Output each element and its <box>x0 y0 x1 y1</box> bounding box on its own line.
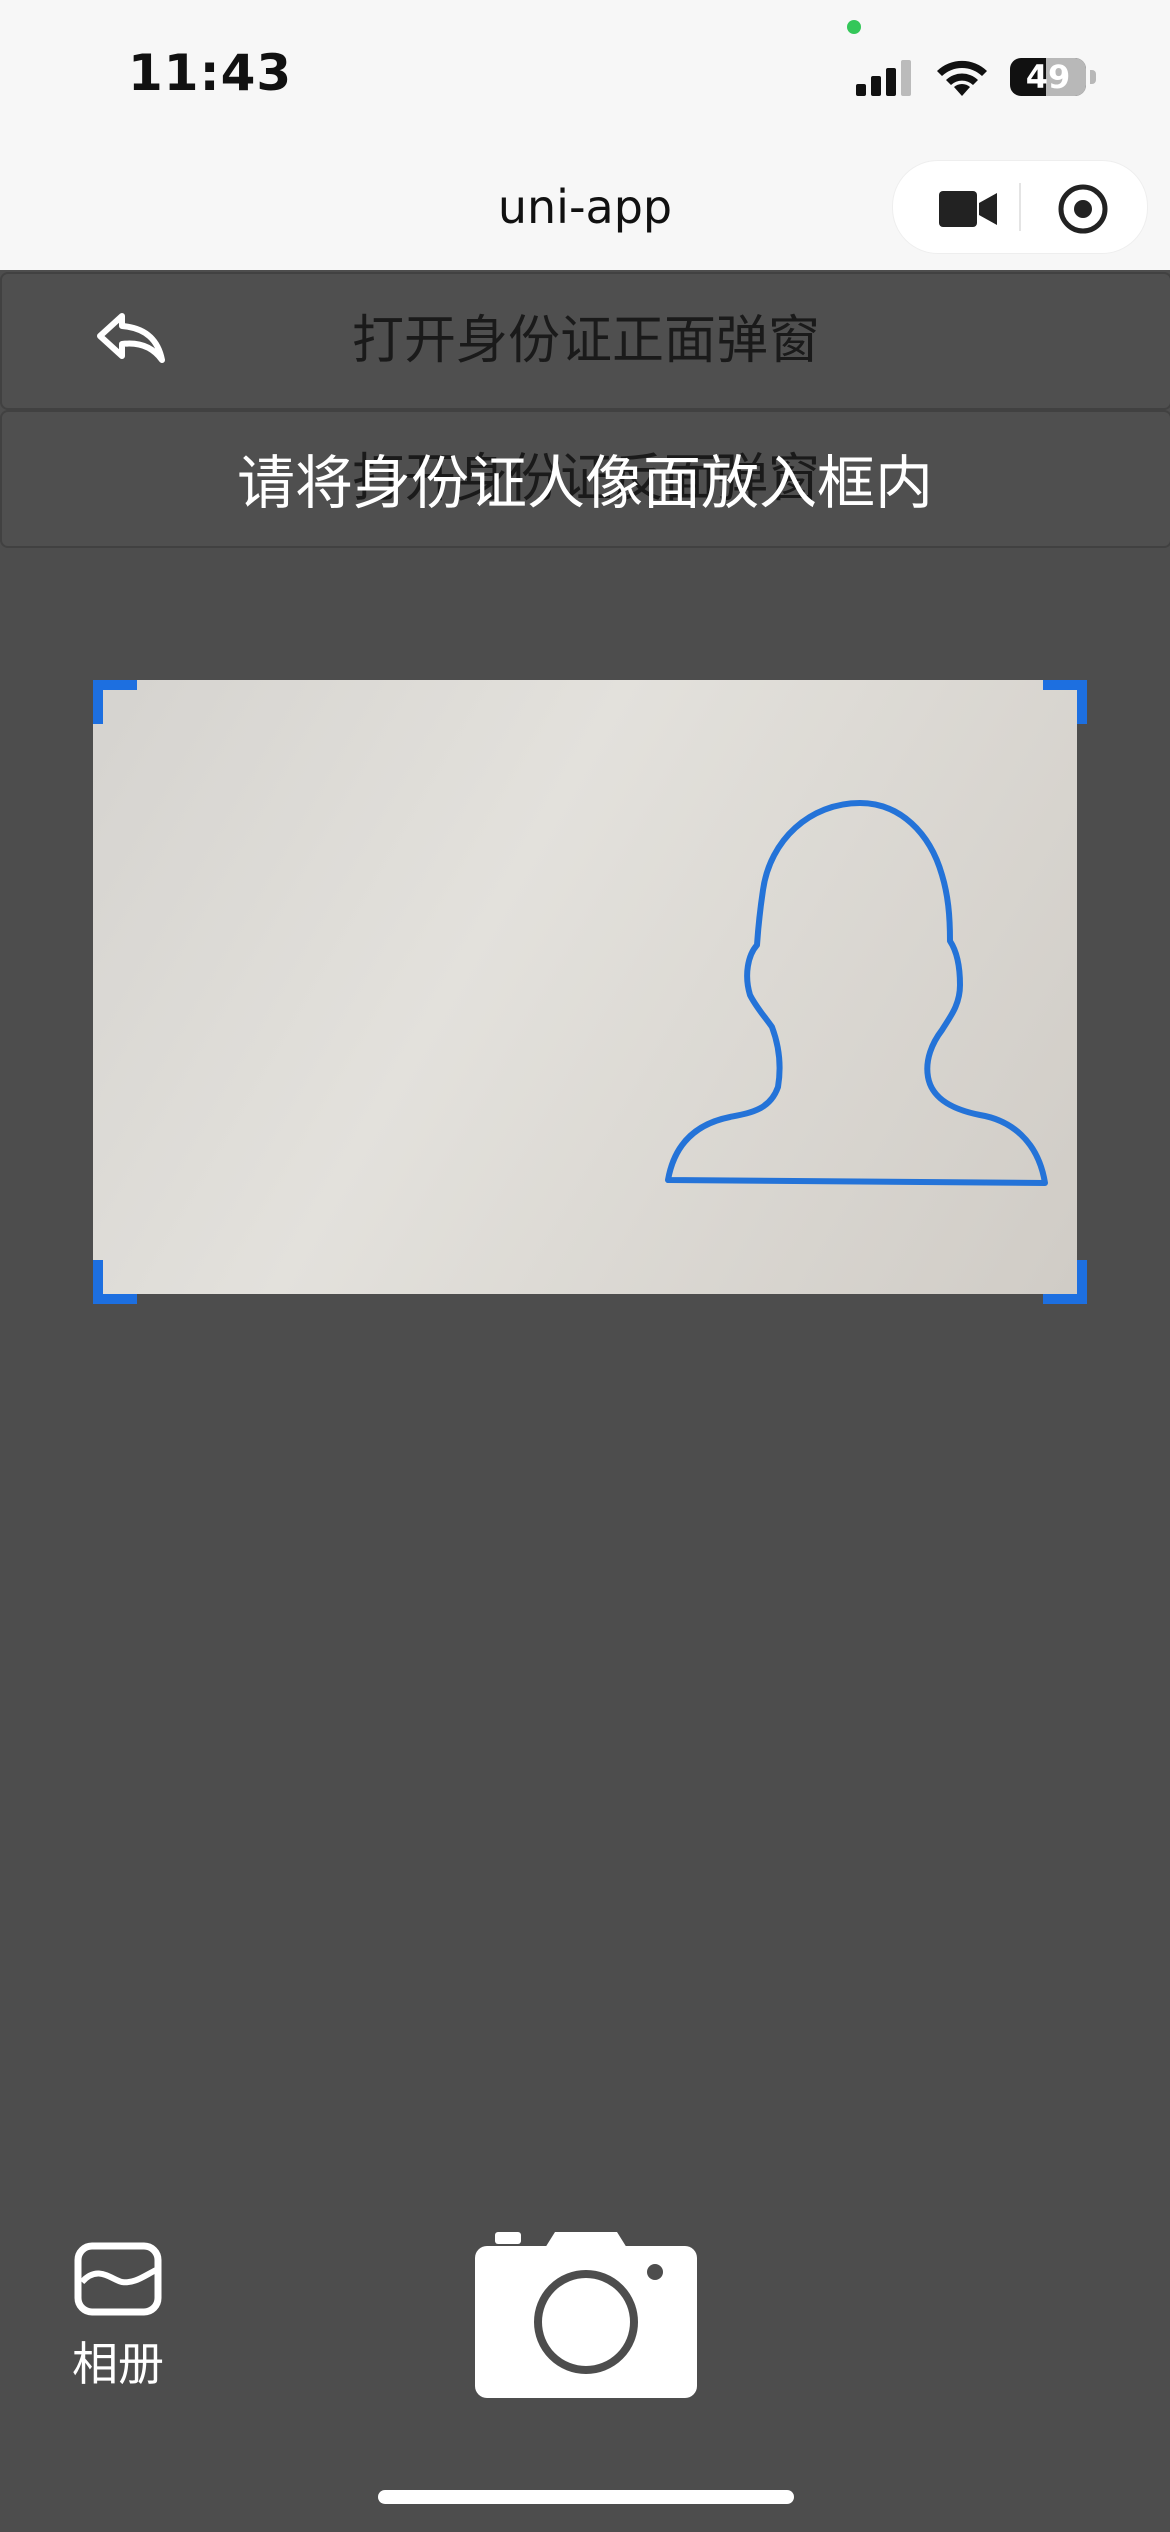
close-target-icon[interactable] <box>1057 183 1109 235</box>
video-camera-icon[interactable] <box>939 189 999 229</box>
battery-cap <box>1090 70 1096 84</box>
camera-in-use-indicator <box>847 20 861 34</box>
back-arrow-icon[interactable] <box>94 310 166 366</box>
camera-shutter-button[interactable] <box>475 2228 697 2402</box>
capsule-divider <box>1019 183 1021 231</box>
portrait-silhouette-icon <box>665 800 1048 1186</box>
cellular-signal-icon <box>856 60 911 96</box>
battery-level: 49 <box>1025 58 1071 96</box>
mini-program-capsule <box>892 160 1148 254</box>
album-button[interactable]: 相册 <box>68 2242 168 2394</box>
frame-corner-top-left <box>93 680 137 724</box>
frame-corner-bottom-left <box>93 1260 137 1304</box>
frame-corner-bottom-right <box>1043 1260 1087 1304</box>
wifi-icon <box>937 60 987 96</box>
status-time: 11:43 <box>128 44 293 102</box>
home-indicator <box>378 2490 794 2504</box>
status-bar: 11:43 49 <box>0 0 1170 150</box>
battery-icon: 49 <box>1010 58 1086 96</box>
gallery-icon <box>74 2242 162 2316</box>
frame-corner-top-right <box>1043 680 1087 724</box>
capture-hint: 请将身份证人像面放入框内 <box>236 449 933 517</box>
album-label: 相册 <box>72 2337 164 2391</box>
open-id-front-button[interactable]: 打开身份证正面弹窗 <box>0 272 1170 410</box>
